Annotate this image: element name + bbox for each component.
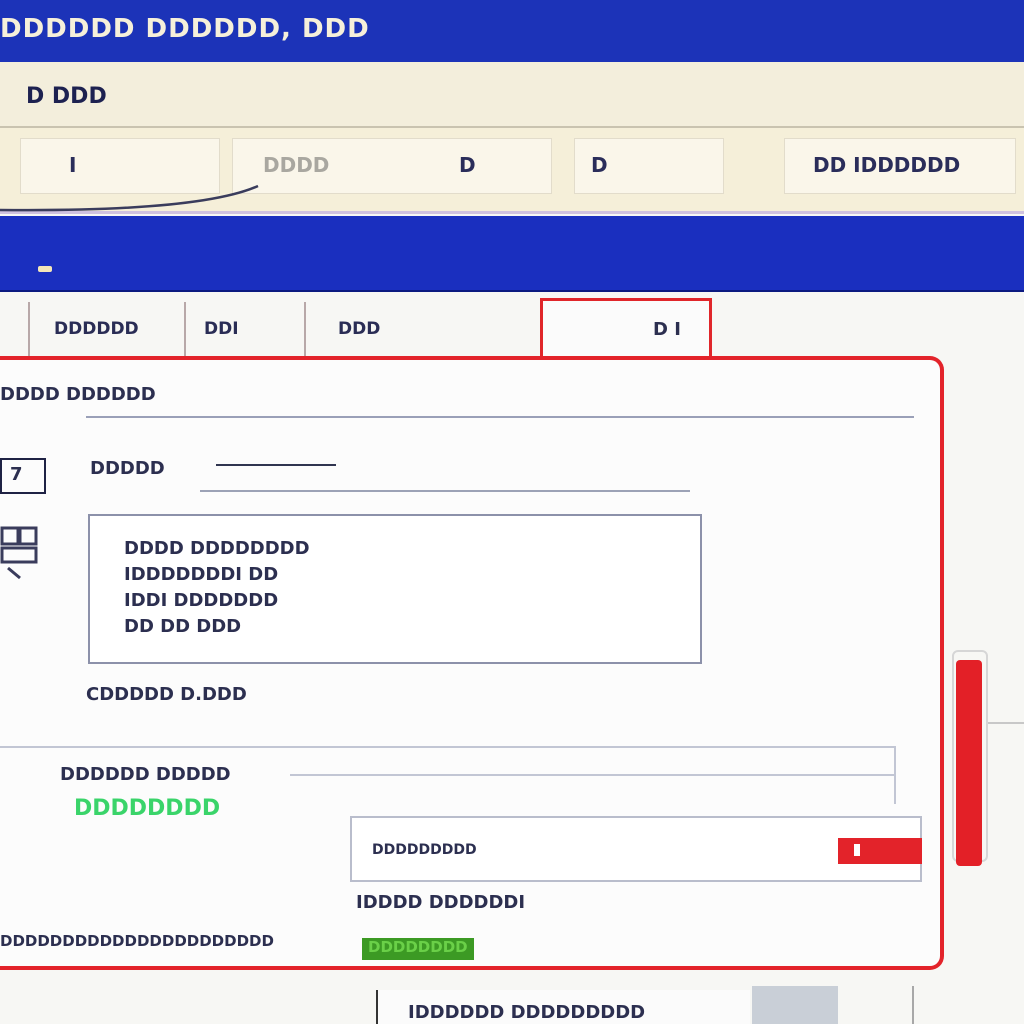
text-line: DDDD DDDDDDDD <box>124 538 310 559</box>
dialog-header: DDDD DDDDDD <box>0 384 156 405</box>
status-value: DDDDDDDD <box>74 796 221 821</box>
tab-third-label: DDD <box>338 319 381 339</box>
text-area[interactable]: DDDD DDDDDDDD IDDDDDDDI DD IDDI DDDDDDD … <box>88 514 702 664</box>
dropdown-select[interactable]: DDDDDDDDD <box>350 816 922 882</box>
footer-text: DDDDDDDDDDDDDDDDDDDDDD <box>0 932 274 950</box>
section-divider-vertical <box>894 746 896 804</box>
side-value: 7 <box>10 464 23 485</box>
bottom-text: IDDDDDD DDDDDDDDD <box>408 1002 646 1023</box>
field-input[interactable] <box>200 454 690 492</box>
toolbar-option[interactable]: D <box>574 138 724 194</box>
band-indicator-icon <box>38 266 52 272</box>
footer-badge: DDDDDDDD <box>362 938 474 960</box>
side-value-box[interactable]: 7 <box>0 458 46 494</box>
bottom-divider <box>912 986 914 1024</box>
toolbar-toggle[interactable]: D <box>459 153 476 177</box>
text-line: IDDI DDDDDDD <box>124 590 279 611</box>
tab-first[interactable]: DDDDDD <box>36 302 186 356</box>
section-label: DDDDDD DDDDD <box>60 764 231 785</box>
tab-second[interactable]: DDI <box>190 302 306 356</box>
section-line <box>290 774 894 776</box>
tab-left-edge[interactable] <box>0 302 30 356</box>
arrow-glyph-icon <box>854 844 860 856</box>
scroll-guide <box>988 722 1024 724</box>
tab-active-label: D I <box>653 319 681 340</box>
content-header-band <box>0 216 1024 292</box>
toolbar-right-label: DD IDDDDDD <box>813 153 961 177</box>
tab-third[interactable]: DDD <box>310 302 538 356</box>
toolbar-search-field[interactable]: DDDD D <box>232 138 552 194</box>
section-divider <box>0 746 896 748</box>
dialog-panel: DDDD DDDDDD 7 DDDDD DDDD DDDDDDDD IDDDDD… <box>0 356 944 970</box>
toolbar-right-button[interactable]: DD IDDDDDD <box>784 138 1016 194</box>
menu-bar: D DDD <box>0 62 1024 128</box>
bottom-panel: IDDDDDD DDDDDDDDD <box>376 990 750 1024</box>
toolbar: I DDDD D D DD IDDDDDD <box>0 128 1024 214</box>
toolbar-option-label: D <box>591 153 608 177</box>
field-label: DDDDD <box>90 458 165 479</box>
scrollbar-thumb[interactable] <box>956 660 982 866</box>
grid-icon <box>0 526 38 580</box>
divider <box>86 416 914 418</box>
tab-first-label: DDDDDD <box>54 319 139 339</box>
text-line: DD DD DDD <box>124 616 242 637</box>
bottom-button[interactable] <box>752 986 838 1024</box>
tab-active[interactable]: D I <box>540 298 712 360</box>
window-title: DDDDDD DDDDDD, DDD <box>0 14 370 44</box>
text-line: IDDDDDDDI DD <box>124 564 279 585</box>
hint-text: IDDDD DDDDDDI <box>356 892 526 913</box>
dropdown-value: DDDDDDDDD <box>372 842 477 858</box>
dropdown-arrow-icon[interactable] <box>838 838 922 864</box>
input-cursor-line <box>216 464 336 466</box>
title-bar: DDDDDD DDDDDD, DDD <box>0 0 1024 62</box>
toolbar-curve-icon <box>0 184 259 212</box>
tab-second-label: DDI <box>204 319 239 339</box>
menu-item[interactable]: D DDD <box>26 84 107 109</box>
link-text[interactable]: CDDDDD D.DDD <box>86 684 247 705</box>
